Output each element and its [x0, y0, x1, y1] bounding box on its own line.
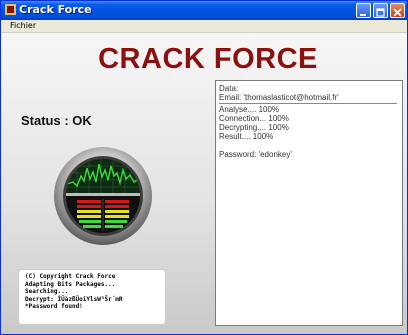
title-bar[interactable]: Crack Force	[1, 1, 407, 20]
output-progress-line: Connection... 100%	[219, 114, 289, 123]
output-textbox[interactable]: Data: Email: 'thomaslasticot@hotmail.fr'…	[215, 80, 403, 326]
output-divider	[219, 103, 397, 104]
menu-item-fichier[interactable]: Fichier	[10, 20, 36, 32]
app-window: Crack Force Fichier CRACK FORCE Status :…	[0, 0, 408, 335]
console-line: Adapting Bits Packages...	[25, 280, 116, 288]
minimize-button[interactable]	[356, 3, 371, 18]
output-password-line: Password: 'edonkey'	[219, 150, 292, 159]
main-panel: CRACK FORCE Status : OK (C) Copyright Cr…	[1, 33, 407, 334]
console-line: Decrypt: ÌÜàzßÜoiYlsW³Šr´mR	[25, 295, 123, 303]
minimize-icon	[360, 14, 366, 16]
app-heading: CRACK FORCE	[98, 43, 318, 75]
close-button[interactable]	[390, 3, 405, 18]
app-icon	[5, 4, 16, 15]
console-line: *Password found!	[25, 303, 83, 310]
maximize-icon	[376, 8, 385, 17]
output-progress-line: Analyse.... 100%	[219, 105, 280, 114]
output-data-label: Data:	[219, 84, 239, 93]
output-progress-line: Result.... 100%	[219, 132, 274, 141]
output-spacer	[219, 141, 402, 150]
console-line: Searching...	[25, 288, 69, 295]
output-progress-line: Decrypting.... 100%	[219, 123, 289, 132]
output-email-line: Email: 'thomaslasticot@hotmail.fr'	[219, 93, 339, 102]
console-line: (C) Copyright Crack Force	[25, 273, 116, 280]
menu-bar: Fichier	[1, 20, 407, 33]
close-icon	[393, 8, 402, 17]
maximize-button[interactable]	[373, 3, 388, 18]
status-label: Status : OK	[21, 113, 92, 128]
console-log: (C) Copyright Crack Force Adapting Bits …	[18, 269, 166, 325]
window-title: Crack Force	[19, 3, 92, 16]
signal-gauge-icon	[54, 147, 152, 245]
